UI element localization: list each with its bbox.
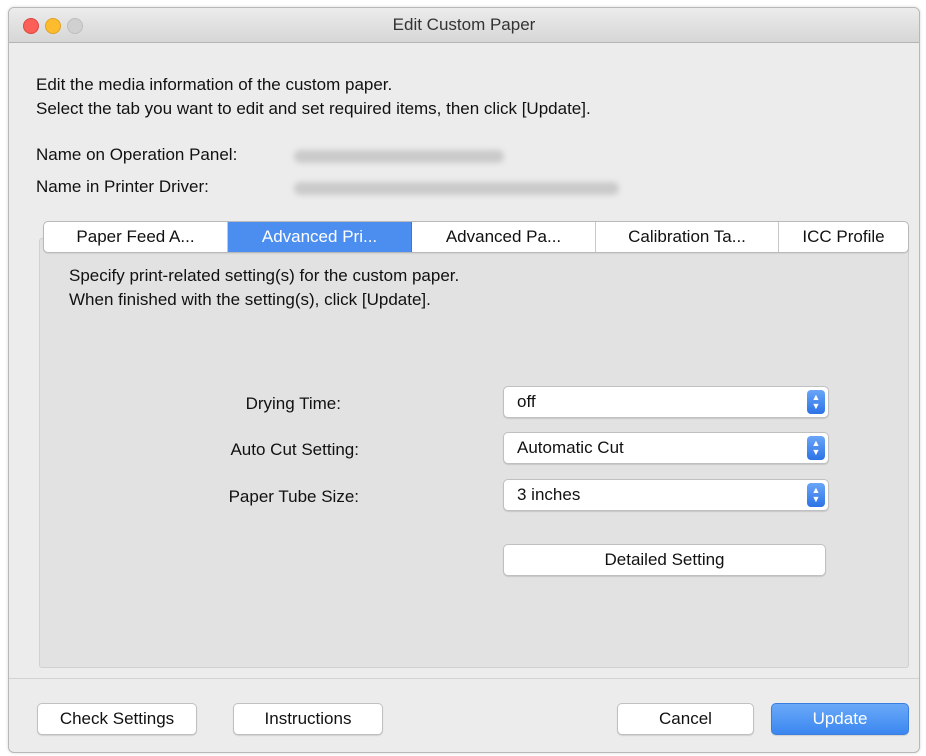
instructions-button[interactable]: Instructions [233, 703, 383, 735]
title-bar[interactable]: Edit Custom Paper [9, 8, 919, 43]
cancel-button[interactable]: Cancel [617, 703, 754, 735]
drying-time-label: Drying Time: [245, 394, 341, 413]
printer-driver-name-value-redacted [294, 182, 619, 195]
intro-line-1: Edit the media information of the custom… [36, 75, 393, 94]
tab-bar: Paper Feed A... Advanced Pri... Advanced… [43, 221, 909, 253]
printer-driver-name-label: Name in Printer Driver: [36, 177, 209, 196]
drying-time-value: off [517, 392, 536, 411]
tab-advanced-print[interactable]: Advanced Pri... [228, 222, 412, 252]
paper-tube-size-value: 3 inches [517, 485, 581, 504]
drying-time-select[interactable]: off ▲ ▼ [503, 386, 829, 418]
auto-cut-select[interactable]: Automatic Cut ▲ ▼ [503, 432, 829, 464]
auto-cut-label: Auto Cut Setting: [230, 440, 359, 459]
tab-advanced-paper[interactable]: Advanced Pa... [412, 222, 596, 252]
up-down-arrows-icon: ▲ ▼ [807, 436, 825, 460]
panel-description-line-2: When finished with the setting(s), click… [69, 290, 431, 309]
operation-panel-name-label: Name on Operation Panel: [36, 145, 238, 164]
panel-description-line-1: Specify print-related setting(s) for the… [69, 266, 460, 285]
update-button[interactable]: Update [771, 703, 909, 735]
operation-panel-name-value-redacted [294, 150, 504, 163]
auto-cut-value: Automatic Cut [517, 438, 624, 457]
tab-paper-feed[interactable]: Paper Feed A... [44, 222, 228, 252]
check-settings-button[interactable]: Check Settings [37, 703, 197, 735]
edit-custom-paper-window: Edit Custom Paper Edit the media informa… [8, 7, 920, 753]
tab-icc-profile[interactable]: ICC Profile [779, 222, 908, 252]
window-title: Edit Custom Paper [392, 15, 536, 34]
footer-divider [9, 678, 919, 679]
detailed-setting-button[interactable]: Detailed Setting [503, 544, 826, 576]
up-down-arrows-icon: ▲ ▼ [807, 483, 825, 507]
intro-line-2: Select the tab you want to edit and set … [36, 99, 591, 118]
paper-tube-size-label: Paper Tube Size: [228, 487, 359, 506]
up-down-arrows-icon: ▲ ▼ [807, 390, 825, 414]
tab-calibration[interactable]: Calibration Ta... [596, 222, 779, 252]
paper-tube-size-select[interactable]: 3 inches ▲ ▼ [503, 479, 829, 511]
tab-panel: Specify print-related setting(s) for the… [39, 238, 909, 668]
